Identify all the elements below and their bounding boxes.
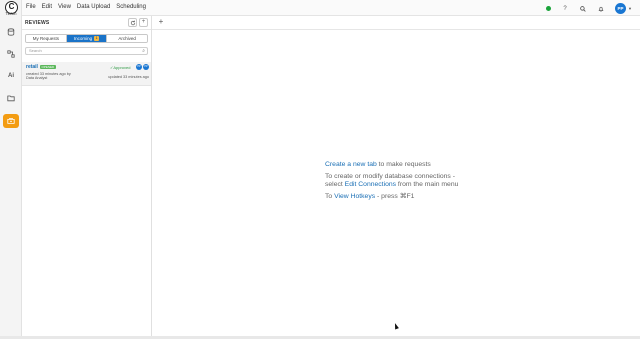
search-input[interactable]: Search ⌕ [25, 47, 148, 55]
chevron-down-icon[interactable]: ▼ [628, 6, 632, 11]
ai-icon[interactable]: Ai [5, 70, 17, 82]
new-tab-button[interactable]: + [156, 17, 166, 27]
reviews-tabs: My Requests Incoming 1 Archived [25, 34, 148, 43]
avatar: PP [143, 64, 149, 70]
menu-bar: File Edit View Data Upload Scheduling ? … [22, 0, 640, 16]
review-updated: updated 33 minutes ago [108, 75, 149, 79]
connection-status-dot [546, 6, 552, 11]
review-name[interactable]: retail [26, 64, 38, 70]
tab-archived[interactable]: Archived [107, 35, 147, 42]
create-new-tab-link[interactable]: Create a new tab [325, 161, 377, 168]
top-right-controls: ? PP ▼ [546, 3, 632, 14]
search-icon[interactable] [579, 5, 587, 13]
empty-state-line-2: To create or modify database connections… [325, 172, 455, 180]
tab-my-requests[interactable]: My Requests [26, 35, 67, 42]
menu-view[interactable]: View [58, 4, 71, 10]
menu-file[interactable]: File [26, 4, 36, 10]
main-menu: File Edit View Data Upload Scheduling [26, 4, 146, 10]
refresh-icon[interactable] [128, 18, 137, 27]
left-rail: C Team Ai [0, 0, 22, 339]
editor-tab-bar: + [152, 16, 640, 30]
avatar: PP [136, 64, 142, 70]
workflow-icon[interactable] [5, 48, 17, 60]
view-hotkeys-link[interactable]: View Hotkeys [334, 193, 375, 200]
search-placeholder: Search [29, 48, 42, 53]
menu-scheduling[interactable]: Scheduling [116, 4, 146, 10]
user-avatar[interactable]: PP [615, 3, 627, 14]
new-review-button[interactable]: + [139, 18, 148, 27]
tab-incoming[interactable]: Incoming 1 [66, 35, 108, 42]
user-menu[interactable]: PP ▼ [615, 3, 632, 14]
edit-connections-link[interactable]: Edit Connections [345, 181, 396, 188]
app-window: C Team Ai File Edit View Data Upload Sch… [0, 0, 640, 339]
incoming-count-badge: 1 [94, 36, 100, 42]
database-icon[interactable] [5, 26, 17, 38]
search-icon: ⌕ [142, 48, 145, 54]
reviews-panel: REVIEWS + My Requests Incoming 1 Archived… [22, 16, 152, 339]
menu-data-upload[interactable]: Data Upload [77, 4, 110, 10]
empty-state-line-1: Create a new tab to make requests [325, 161, 431, 168]
reviews-icon[interactable] [3, 114, 19, 128]
status-badge: OPENED [40, 65, 56, 69]
menu-edit[interactable]: Edit [42, 4, 52, 10]
reviews-header: REVIEWS + [22, 16, 151, 30]
review-list-item[interactable]: retail OPENED ✓Approved PP PP created 33… [22, 62, 151, 86]
empty-state: Create a new tab to make requests To cre… [325, 161, 458, 204]
reviews-title: REVIEWS [25, 20, 50, 26]
mouse-cursor-icon [393, 322, 399, 330]
approved-status: ✓Approved [110, 65, 131, 70]
help-icon[interactable]: ? [561, 5, 569, 13]
empty-state-line-3: select Edit Connections from the main me… [325, 181, 459, 189]
team-label[interactable]: Team [0, 11, 22, 16]
folder-icon[interactable] [5, 92, 17, 104]
empty-state-line-4: To View Hotkeys - press ⌘F1 [325, 192, 415, 200]
review-author: Data Analyst [26, 76, 48, 80]
bell-icon[interactable] [597, 5, 605, 13]
